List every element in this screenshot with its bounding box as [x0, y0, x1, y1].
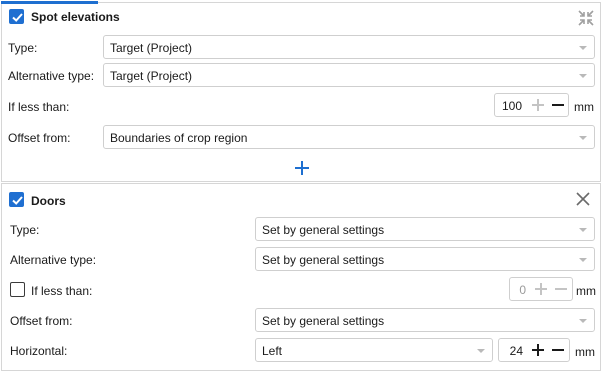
- doors-checkbox[interactable]: [9, 192, 24, 207]
- alternative-type-label: Alternative type:: [8, 69, 95, 83]
- minus-icon[interactable]: [551, 343, 565, 357]
- type-label: Type:: [8, 41, 38, 55]
- doors-alternative-type-value: Set by general settings: [262, 253, 385, 267]
- plus-icon[interactable]: [531, 343, 545, 357]
- add-plus-icon[interactable]: [294, 160, 310, 176]
- horizontal-unit: mm: [575, 345, 595, 359]
- chevron-down-icon: [579, 258, 587, 262]
- if-less-than-label: If less than:: [8, 100, 70, 114]
- active-tab-indicator: [1, 1, 98, 4]
- chevron-down-icon: [579, 46, 587, 50]
- minus-icon[interactable]: [551, 98, 565, 112]
- doors-panel: Doors Type: Set by general settings Alte…: [1, 183, 601, 371]
- doors-if-less-than-stepper[interactable]: 0: [509, 277, 573, 301]
- close-icon[interactable]: [575, 191, 591, 207]
- minus-icon[interactable]: [554, 282, 568, 296]
- spot-elevations-checkbox[interactable]: [9, 9, 24, 24]
- doors-if-less-than-unit: mm: [576, 284, 596, 298]
- doors-alternative-type-label: Alternative type:: [10, 253, 97, 267]
- horizontal-label: Horizontal:: [10, 344, 68, 358]
- doors-title: Doors: [31, 194, 66, 208]
- doors-if-less-than-value: 0: [519, 283, 526, 297]
- alternative-type-value: Target (Project): [110, 69, 193, 83]
- collapse-arrows-icon[interactable]: [577, 9, 595, 27]
- chevron-down-icon: [579, 228, 587, 232]
- if-less-than-value: 100: [501, 99, 522, 113]
- horizontal-select[interactable]: Left: [255, 338, 493, 362]
- doors-type-select[interactable]: Set by general settings: [255, 217, 595, 241]
- doors-offset-from-select[interactable]: Set by general settings: [255, 308, 595, 332]
- doors-type-value: Set by general settings: [262, 223, 385, 237]
- chevron-down-icon: [579, 74, 587, 78]
- doors-if-less-than-label: If less than:: [31, 284, 93, 298]
- doors-alternative-type-select[interactable]: Set by general settings: [255, 247, 595, 271]
- spot-elevations-title: Spot elevations: [31, 10, 120, 24]
- if-less-than-stepper[interactable]: 100: [494, 93, 569, 117]
- offset-from-label: Offset from:: [8, 131, 71, 145]
- type-select[interactable]: Target (Project): [103, 35, 595, 59]
- horizontal-value: Left: [262, 344, 283, 358]
- doors-offset-from-value: Set by general settings: [262, 314, 385, 328]
- offset-from-value: Boundaries of crop region: [110, 131, 248, 145]
- type-value: Target (Project): [110, 41, 193, 55]
- alternative-type-select[interactable]: Target (Project): [103, 63, 595, 87]
- spot-elevations-panel: Spot elevations Type: Target (Project) A…: [1, 1, 601, 182]
- doors-type-label: Type:: [10, 223, 40, 237]
- doors-if-less-than-checkbox[interactable]: [10, 282, 25, 297]
- plus-icon[interactable]: [534, 282, 548, 296]
- chevron-down-icon: [579, 136, 587, 140]
- horizontal-amount-stepper[interactable]: 24: [498, 338, 570, 362]
- doors-offset-from-label: Offset from:: [10, 314, 73, 328]
- offset-from-select[interactable]: Boundaries of crop region: [103, 125, 595, 149]
- if-less-than-unit: mm: [574, 100, 594, 114]
- horizontal-amount-value: 24: [509, 344, 523, 358]
- plus-icon[interactable]: [531, 98, 545, 112]
- chevron-down-icon: [477, 349, 485, 353]
- chevron-down-icon: [579, 319, 587, 323]
